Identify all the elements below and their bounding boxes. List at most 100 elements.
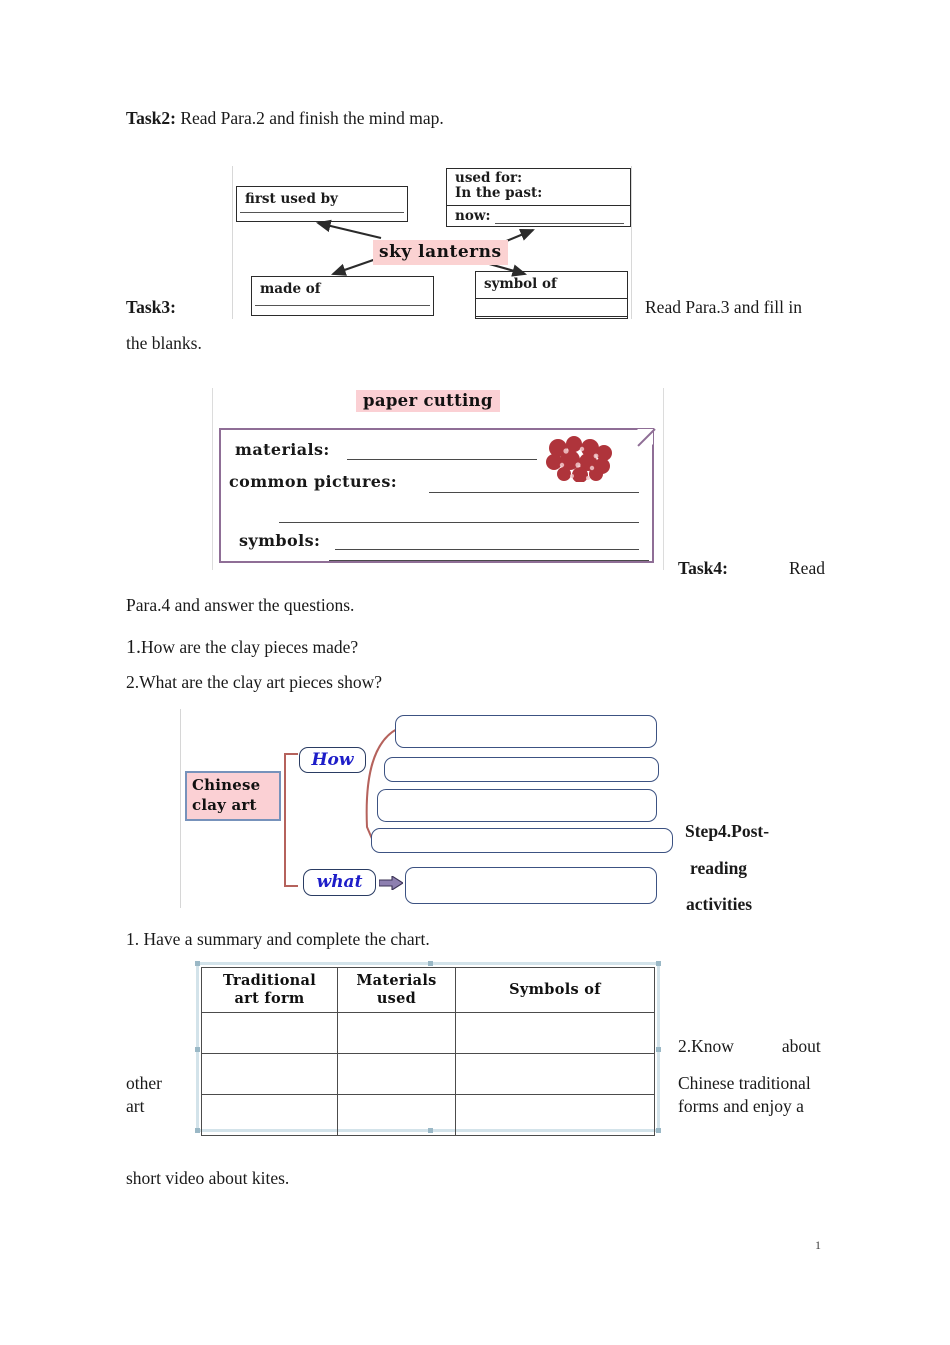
paper-cutting-title: paper cutting [356,390,500,412]
paper-cutting-decoration-icon [546,436,612,482]
mindmap-label-used-for: used for: [455,170,523,186]
table-cell[interactable] [336,1012,456,1054]
label-symbols: symbols: [239,531,321,550]
mindmap-label-in-the-past: In the past: [455,185,543,201]
header-line-2: art form [234,990,305,1007]
resize-handle[interactable] [195,1128,200,1133]
blank-rule-symbols-2 [329,560,649,561]
task4-instruction-cont: Para.4 and answer the questions. [126,595,355,615]
question-2: 2.What are the clay art pieces show? [126,672,383,692]
header-line-1: Materials [356,971,437,989]
right-arrow-icon [379,876,403,890]
post-reading-item-2-seg1: 2.Know about [678,1036,821,1056]
table-cell[interactable] [454,1053,656,1095]
blank-rule-common-1 [429,492,639,493]
question-1-number: 1. [126,636,141,658]
post-reading-item-1: 1. Have a summary and complete the chart… [126,929,430,949]
clay-art-answer-box-1[interactable] [395,715,657,748]
clay-art-center-label-line1: Chinese [192,776,261,794]
clay-art-answer-box-3[interactable] [377,789,657,822]
header-line-2: used [376,990,417,1007]
task4-read: Read [789,558,825,578]
label-common-pictures: common pictures: [229,472,398,491]
mindmap-box-first-used-by: first used by [236,186,408,222]
mindmap-box-used-for: used for: In the past: now: [446,168,631,227]
question-1-text: How are the clay pieces made? [141,637,359,657]
blank-rule [495,223,624,224]
divider-rule [447,205,630,206]
resize-handle[interactable] [656,961,661,966]
table-header-symbols-of: Symbols of [454,967,656,1013]
task2-label: Task2: [126,108,176,128]
mindmap-center-label: sky lanterns [373,240,508,265]
task3-label: Task3: [126,297,176,317]
question-1: 1.How are the clay pieces made? [126,637,358,657]
table-header-materials-used: Materials used [336,967,456,1013]
table-cell[interactable] [454,1094,656,1136]
blank-rule-symbols-1 [335,549,639,550]
post-reading-item-2-seg6: forms and enjoy a [678,1096,804,1116]
clay-art-answer-box-2[interactable] [384,757,659,782]
task4-label: Task4: [678,558,728,578]
resize-handle[interactable] [656,1128,661,1133]
mindmap-label-now: now: [455,208,491,224]
post-reading-about: about [781,1036,821,1056]
resize-handle[interactable] [195,1047,200,1052]
mindmap-label-first-used-by: first used by [245,191,338,207]
table-row [201,1012,656,1054]
header-line-1: Symbols of [509,980,601,998]
step4-heading-line1: Step4.Post- [685,821,770,841]
mindmap-box-symbol-of: symbol of [475,271,628,319]
clay-art-bracket [284,753,298,887]
table-header-traditional-art-form: Traditional art form [201,967,338,1013]
paper-cutting-figure: paper cutting materials: common pictures… [212,388,664,570]
task2-instruction: Read Para.2 and finish the mind map. [175,108,444,128]
task3-instruction-cont: the blanks. [126,333,202,353]
blank-rule-common-2 [279,522,639,523]
mindmap-box-made-of: made of [251,276,434,316]
header-line-1: Traditional [222,971,317,989]
clay-art-center-label: Chinese clay art [185,771,281,821]
summary-table-figure: Traditional art form Materials used Symb… [195,961,661,1136]
question-2-number: 2. [126,672,140,692]
sky-lanterns-mindmap-figure: first used by used for: In the past: now… [232,166,632,319]
step4-heading-line3: activities [686,894,753,914]
mindmap-label-made-of: made of [260,281,321,297]
label-materials: materials: [235,440,330,459]
summary-table: Traditional art form Materials used Symb… [201,967,656,1136]
resize-handle[interactable] [656,1047,661,1052]
post-reading-item-2-seg4: other [126,1073,162,1093]
clay-art-branch-how: How [299,747,366,773]
clay-art-answer-box-4[interactable] [371,828,673,853]
clay-art-answer-box-5[interactable] [405,867,657,904]
task2-heading: Task2: Read Para.2 and finish the mind m… [126,108,444,128]
post-reading-item-2-seg3: Chinese traditional [678,1073,811,1093]
question-2-text: What are the clay art pieces show? [139,672,383,692]
task3-instruction: Read Para.3 and fill in [645,297,802,317]
resize-handle[interactable] [428,1128,433,1133]
table-header-row: Traditional art form Materials used Symb… [201,967,656,1013]
paper-cutting-panel: materials: common pictures: symbols: [219,428,656,563]
post-reading-item-2-seg5: art [126,1096,145,1116]
mindmap-label-symbol-of: symbol of [484,276,557,292]
chinese-clay-art-figure: Chinese clay art How what [180,709,676,908]
table-cell[interactable] [201,1094,338,1136]
table-cell[interactable] [201,1053,338,1095]
page-number: 1 [815,1238,821,1252]
clay-art-branch-what: what [303,869,376,896]
divider-rule [476,298,627,299]
blank-rule-materials [347,459,537,460]
blank-rule [255,305,430,306]
table-cell[interactable] [201,1012,338,1054]
resize-handle[interactable] [195,961,200,966]
blank-rule [240,212,404,213]
table-cell[interactable] [336,1053,456,1095]
table-row [201,1053,656,1095]
table-cell[interactable] [454,1012,656,1054]
resize-handle[interactable] [428,961,433,966]
table-cell[interactable] [336,1094,456,1136]
clay-art-center-label-line2: clay art [192,795,257,814]
post-reading-know: 2.Know [678,1036,734,1056]
post-reading-item-2-seg7: short video about kites. [126,1168,290,1188]
step4-heading-line2: reading [690,858,748,878]
